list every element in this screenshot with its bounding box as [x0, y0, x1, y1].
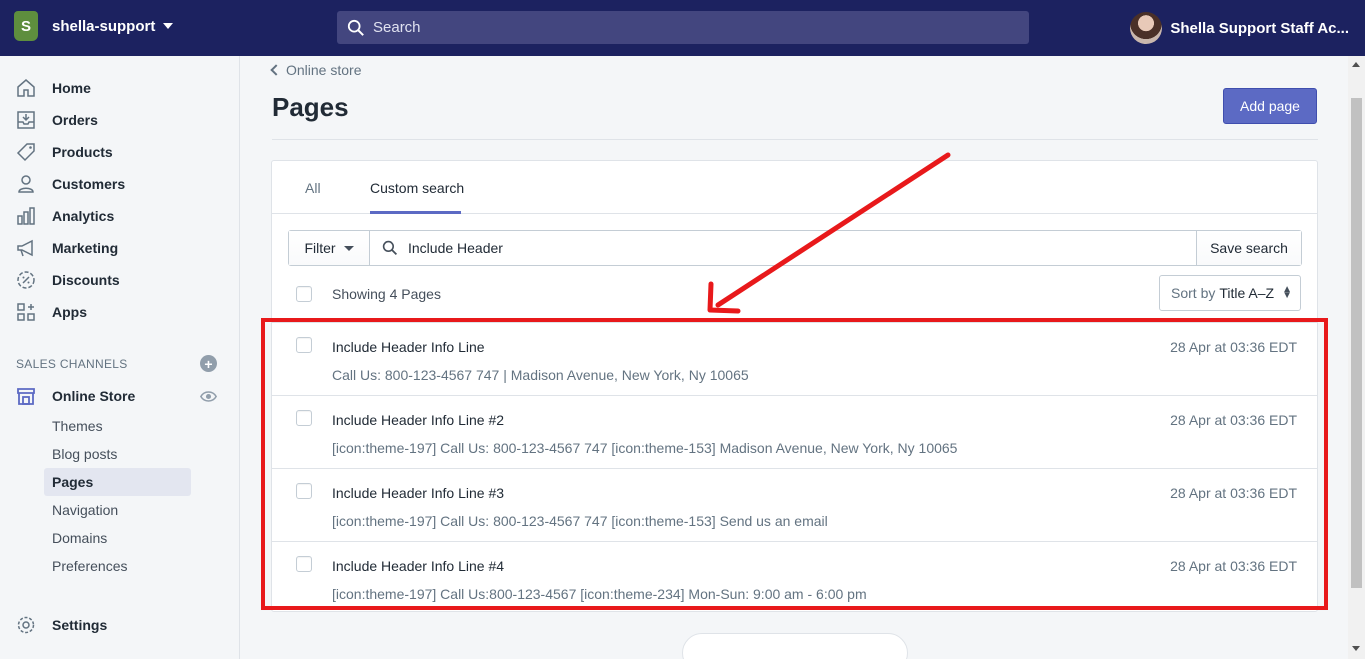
eye-icon[interactable] — [200, 388, 217, 405]
sidebar-subitem-domains[interactable]: Domains — [44, 524, 191, 552]
sidebar-subitem-preferences[interactable]: Preferences — [44, 552, 191, 580]
search-placeholder: Search — [373, 19, 421, 36]
top-bar: S shella-support Search Shella Support S… — [0, 0, 1365, 56]
sidebar-item-label: Products — [52, 144, 113, 160]
sidebar-item-label: Analytics — [52, 208, 115, 224]
shopify-logo-icon: S — [14, 11, 38, 41]
sidebar-item-label: Marketing — [52, 240, 119, 256]
home-icon — [16, 78, 36, 98]
bulk-actions-row: Showing 4 Pages Sort by Title A–Z ▲ ▼ — [272, 275, 1317, 313]
search-icon — [382, 240, 398, 256]
sidebar-item-discounts[interactable]: Discounts — [16, 268, 120, 292]
sidebar-subitem-blog-posts[interactable]: Blog posts — [44, 440, 191, 468]
bar-chart-icon — [16, 206, 36, 226]
breadcrumb[interactable]: Online store — [270, 62, 362, 78]
megaphone-icon — [16, 238, 36, 258]
sidebar-item-label: Online Store — [52, 388, 136, 404]
filter-button[interactable]: Filter — [289, 231, 370, 265]
sidebar-item-apps[interactable]: Apps — [16, 300, 87, 324]
sidebar-item-label: Discounts — [52, 272, 120, 288]
sidebar-item-label: Customers — [52, 176, 126, 192]
store-switcher[interactable]: S shella-support — [14, 11, 174, 41]
sort-arrows-icon: ▲ ▼ — [1282, 284, 1292, 301]
add-channel-icon[interactable]: + — [200, 355, 217, 372]
user-menu[interactable]: Shella Support Staff Ac... — [1130, 12, 1349, 44]
tab-bar: All Custom search — [272, 161, 1317, 214]
showing-count: Showing 4 Pages — [332, 286, 441, 302]
filter-label: Filter — [304, 240, 336, 256]
scroll-up-arrow-icon[interactable] — [1352, 62, 1360, 67]
apps-icon — [16, 302, 36, 322]
save-search-button[interactable]: Save search — [1196, 231, 1301, 265]
sidebar-item-customers[interactable]: Customers — [16, 172, 125, 196]
sidebar-item-orders[interactable]: Orders — [16, 108, 98, 132]
annotation-highlight-box — [261, 318, 1328, 610]
sidebar-subitem-themes[interactable]: Themes — [44, 412, 191, 440]
search-icon — [347, 19, 364, 36]
person-icon — [16, 174, 36, 194]
tag-icon — [16, 142, 36, 162]
sidebar-item-online-store[interactable]: Online Store — [16, 384, 135, 408]
add-page-button[interactable]: Add page — [1223, 88, 1317, 124]
sidebar-item-analytics[interactable]: Analytics — [16, 204, 114, 228]
filter-bar: Filter Include Header Save search — [288, 230, 1302, 266]
sort-value: Title A–Z — [1219, 285, 1275, 301]
gear-icon — [16, 615, 36, 635]
sidebar-subitem-pages[interactable]: Pages — [44, 468, 191, 496]
query-text: Include Header — [408, 240, 503, 256]
scrollbar-thumb[interactable] — [1351, 98, 1362, 588]
search-input[interactable]: Search — [337, 11, 1029, 44]
sidebar-item-label: Apps — [52, 304, 87, 320]
scroll-down-arrow-icon[interactable] — [1352, 646, 1360, 651]
sidebar-item-label: Orders — [52, 112, 98, 128]
chevron-down-icon — [163, 23, 174, 29]
sales-channels-heading: SALES CHANNELS — [16, 357, 128, 371]
query-input[interactable]: Include Header — [370, 231, 1196, 265]
sidebar-item-label: Home — [52, 80, 91, 96]
breadcrumb-label: Online store — [286, 62, 362, 78]
sort-prefix: Sort by — [1171, 285, 1216, 301]
sidebar-item-label: Settings — [52, 617, 108, 633]
help-footer-pill[interactable] — [682, 633, 908, 659]
tab-all[interactable]: All — [305, 180, 321, 196]
divider — [272, 139, 1318, 140]
sidebar-subitem-navigation[interactable]: Navigation — [44, 496, 191, 524]
sidebar-item-settings[interactable]: Settings — [16, 613, 107, 637]
chevron-down-icon — [343, 245, 354, 251]
store-name: shella-support — [52, 17, 156, 35]
chevron-left-icon — [270, 64, 282, 76]
sidebar-item-products[interactable]: Products — [16, 140, 113, 164]
discount-icon — [16, 270, 36, 290]
user-name: Shella Support Staff Ac... — [1170, 19, 1349, 37]
avatar — [1130, 12, 1163, 44]
active-tab-indicator — [370, 211, 461, 214]
store-icon — [16, 386, 36, 406]
select-all-checkbox[interactable] — [296, 286, 312, 302]
tab-custom-search[interactable]: Custom search — [370, 180, 464, 196]
sidebar-item-marketing[interactable]: Marketing — [16, 236, 118, 260]
page-title: Pages — [272, 92, 349, 122]
sort-select[interactable]: Sort by Title A–Z ▲ ▼ — [1159, 275, 1301, 311]
sidebar-item-home[interactable]: Home — [16, 76, 91, 100]
orders-icon — [16, 110, 36, 130]
